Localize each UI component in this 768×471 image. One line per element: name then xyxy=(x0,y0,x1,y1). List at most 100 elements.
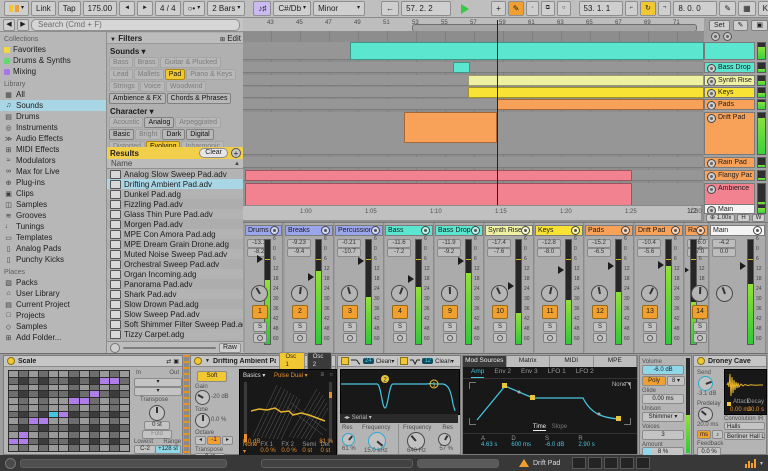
scale-grid-cell[interactable] xyxy=(119,431,129,438)
scale-grid-cell[interactable] xyxy=(29,418,39,424)
scale-grid-cell[interactable] xyxy=(79,404,89,411)
scale-grid-cell[interactable] xyxy=(99,384,109,391)
filter-tag-strings[interactable]: Strings xyxy=(109,81,139,92)
mixer-track-header[interactable]: Percussion xyxy=(335,225,383,236)
arm-button[interactable] xyxy=(443,333,457,343)
semi-value[interactable]: Semi 0 st xyxy=(302,442,317,455)
mixer-track-header[interactable]: Drums xyxy=(245,225,282,236)
sidebar-item-add-folder[interactable]: ⊞ Add Folder... xyxy=(0,332,106,343)
scale-grid-cell[interactable] xyxy=(19,438,29,445)
browser-back-button[interactable]: ◀ xyxy=(3,18,15,31)
filter-tag-pad[interactable]: Pad xyxy=(164,69,186,80)
solo-button[interactable]: S xyxy=(443,322,457,332)
scale-grid-cell[interactable] xyxy=(59,371,69,377)
scale-grid-cell[interactable] xyxy=(69,404,79,411)
track-header-synth-riser[interactable]: Synth Riser xyxy=(704,75,755,86)
filter-tag-analog[interactable]: Analog xyxy=(144,117,175,128)
arrangement-clip[interactable] xyxy=(245,183,632,206)
track-activator[interactable] xyxy=(696,226,705,235)
solo-button[interactable]: S xyxy=(493,322,507,332)
track-arm-button[interactable] xyxy=(707,64,716,72)
pan-knob[interactable] xyxy=(591,285,608,302)
result-row[interactable]: Slow Drown Pad.adg xyxy=(107,299,244,309)
volume-fader-handle[interactable] xyxy=(608,262,614,270)
track-activator[interactable] xyxy=(621,226,630,235)
track-header-pads[interactable]: Pads xyxy=(704,99,755,110)
raw-button[interactable]: Raw xyxy=(218,342,241,353)
pan-knob[interactable] xyxy=(716,285,733,302)
mixer-track-header[interactable]: Drift Pad xyxy=(635,225,683,236)
sidebar-item-samples[interactable]: ◫ Samples xyxy=(0,199,106,210)
env-slope-tab[interactable]: Slope xyxy=(552,424,567,430)
scale-grid-cell[interactable] xyxy=(119,391,129,397)
scale-grid-cell[interactable] xyxy=(69,384,79,391)
tab-osc1[interactable]: Osc 1 xyxy=(279,352,305,370)
track-activator[interactable] xyxy=(753,226,762,235)
arrangement-clip[interactable] xyxy=(468,75,704,86)
track-arm-button[interactable] xyxy=(707,77,716,85)
scale-grid-cell[interactable] xyxy=(109,445,119,451)
volume-fader-handle[interactable] xyxy=(408,275,414,283)
arrangement-clip[interactable] xyxy=(468,87,704,98)
scale-grid-cell[interactable] xyxy=(9,398,19,404)
glide-value[interactable]: 0.00 ms xyxy=(642,394,684,404)
device-scrollbar-segment[interactable] xyxy=(261,458,413,468)
scale-grid-cell[interactable] xyxy=(39,398,49,404)
scale-grid-cell[interactable] xyxy=(29,391,39,397)
filter-group-header-character[interactable]: Character ▾ xyxy=(107,104,244,117)
amp-envelope-display[interactable] xyxy=(471,380,631,424)
scale-grid-cell[interactable] xyxy=(19,411,29,418)
res2-knob[interactable] xyxy=(438,433,451,446)
arm-button[interactable] xyxy=(493,333,507,343)
track-number[interactable]: 11 xyxy=(542,305,558,319)
scale-grid-cell[interactable] xyxy=(29,438,39,445)
sidebar-item-all[interactable]: ▦ All xyxy=(0,89,106,100)
scale-grid-cell[interactable] xyxy=(39,445,49,451)
sidebar-item-sounds[interactable]: ♫ Sounds xyxy=(0,100,106,111)
pan-knob[interactable] xyxy=(491,285,508,302)
sidebar-item-instruments[interactable]: ◎ Instruments xyxy=(0,122,106,133)
volume-fader-handle[interactable] xyxy=(308,273,314,281)
lowest-value[interactable]: C-2 xyxy=(134,445,156,454)
track-arm-button[interactable] xyxy=(707,101,716,109)
mixer-track-header[interactable]: Pads xyxy=(585,225,633,236)
octave-up-button[interactable]: ▸ xyxy=(222,436,233,445)
scale-grid-cell[interactable] xyxy=(39,425,49,431)
scale-grid[interactable] xyxy=(8,370,130,452)
session-record-button[interactable]: ○ xyxy=(556,1,571,16)
track-activator[interactable] xyxy=(421,226,430,235)
scale-grid-cell[interactable] xyxy=(89,371,99,377)
sidebar-item-projects[interactable]: □ Projects xyxy=(0,310,106,321)
loop-button[interactable]: ↻ xyxy=(640,1,656,16)
scale-grid-cell[interactable] xyxy=(89,425,99,431)
scale-grid-cell[interactable] xyxy=(49,398,59,404)
scale-grid-cell[interactable] xyxy=(69,425,79,431)
solo-button[interactable]: S xyxy=(343,322,357,332)
scale-grid-cell[interactable] xyxy=(59,398,69,404)
scale-grid-cell[interactable] xyxy=(39,418,49,424)
scale-name-menu[interactable]: Minor ▾ xyxy=(313,1,366,16)
osc-category-select[interactable]: Basics ▾ xyxy=(243,372,265,379)
chevron-down-icon[interactable]: ▾ xyxy=(760,460,763,467)
scale-grid-cell[interactable] xyxy=(109,425,119,431)
scale-grid-cell[interactable] xyxy=(119,438,129,445)
time-ruler[interactable]: 1:00 1:05 1:10 1:15 1:20 1:25 1:30 xyxy=(243,205,702,220)
filter-group-header-sounds[interactable]: Sounds ▾ xyxy=(107,44,244,57)
filters-header[interactable]: ▼ Filters ⊞ Edit xyxy=(107,33,244,44)
filter-tag-acoustic[interactable]: Acoustic xyxy=(109,117,144,128)
sidebar-item-templates[interactable]: ▭ Templates xyxy=(0,232,106,243)
solo-button[interactable]: S xyxy=(643,322,657,332)
draw-mode-button[interactable]: ✎ xyxy=(719,1,737,16)
mixer-track-header[interactable]: Rain Pad xyxy=(685,225,708,236)
hot-swap-icon[interactable]: ○ xyxy=(329,372,333,378)
scale-grid-cell[interactable] xyxy=(79,411,89,418)
pencil-icon[interactable]: ✎ xyxy=(732,20,749,31)
scale-grid-cell[interactable] xyxy=(109,377,119,384)
filter-tag-piano-keys[interactable]: Piano & Keys xyxy=(186,69,237,80)
fx2-value[interactable]: FX 2 0.0 % xyxy=(281,442,299,455)
scale-grid-cell[interactable] xyxy=(29,425,39,431)
scale-grid-cell[interactable] xyxy=(49,404,59,411)
track-activator[interactable] xyxy=(371,226,380,235)
volume-fader-handle[interactable] xyxy=(685,266,689,274)
pan-knob[interactable] xyxy=(291,285,308,302)
